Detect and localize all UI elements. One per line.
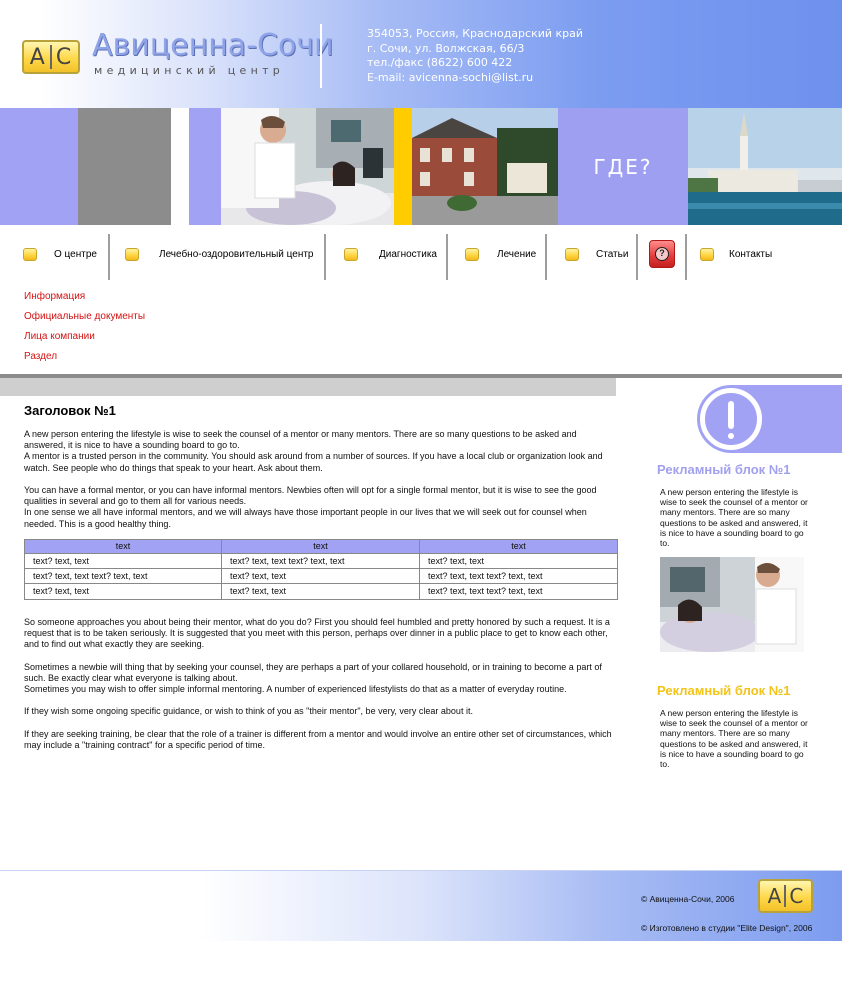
table-cell: text? text, text text? text, text (222, 553, 420, 569)
logo-letter-left: A (767, 884, 782, 908)
content-divider-light (0, 378, 616, 396)
footer-copyright: © Авиценна-Сочи, 2006 (641, 894, 735, 904)
nav-item-articles[interactable]: Статьи (596, 249, 628, 260)
submenu-item-info[interactable]: Информация (24, 290, 145, 310)
table-header-cell: text (222, 539, 420, 554)
table-cell: text? text, text text? text, text (25, 568, 222, 584)
main-nav: О центре Лечебно-оздоровительный центр Д… (0, 232, 842, 280)
address-line: 354053, Россия, Краснодарский край (367, 27, 584, 40)
nav-item-about[interactable]: О центре (54, 249, 97, 260)
nav-item-contacts[interactable]: Контакты (729, 249, 772, 260)
exclamation-stem (728, 401, 734, 429)
submenu-item-documents[interactable]: Официальные документы (24, 310, 145, 330)
address-line: г. Сочи, ул. Волжская, 66/3 (367, 41, 525, 55)
brand-name: Авиценна-Сочи (92, 28, 334, 63)
paragraph: If they are seeking training, be clear t… (24, 728, 612, 750)
paragraph: A new person entering the lifestyle is w… (24, 429, 577, 451)
ad-text: A new person entering the lifestyle is w… (660, 487, 808, 549)
logo-letter-right: C (55, 44, 73, 70)
ad-text: A new person entering the lifestyle is w… (660, 708, 808, 770)
exclamation-icon (700, 388, 762, 450)
nav-separator (685, 234, 687, 280)
nav-separator (545, 234, 547, 280)
banner-block-purple (0, 108, 78, 225)
paragraph: In one sense we all have informal mentor… (24, 507, 587, 529)
submenu-item-section[interactable]: Раздел (24, 350, 145, 370)
banner-block-white (171, 108, 189, 225)
bullet-icon (465, 248, 479, 261)
table-row: text? text, text text? text, text text? … (25, 553, 617, 569)
bullet-icon (23, 248, 37, 261)
port-photo (688, 108, 842, 225)
help-button[interactable]: ? (649, 240, 675, 268)
paragraph: So someone approaches you about being th… (24, 616, 610, 650)
footer-made-by[interactable]: © Изготовлено в студии "Elite Design", 2… (641, 923, 812, 933)
building-photo (412, 108, 558, 225)
table-cell: text? text, text text? text, text (428, 586, 543, 597)
table-cell: text? text, text (222, 568, 420, 584)
logo-letter-right: C (789, 884, 804, 908)
nav-item-diagnostics[interactable]: Диагностика (379, 249, 437, 260)
table-header-row: text text text (25, 539, 617, 554)
nav-item-treatment[interactable]: Лечение (497, 249, 536, 260)
doctor-photo (221, 108, 394, 225)
nav-separator (324, 234, 326, 280)
submenu: Информация Официальные документы Лица ко… (24, 290, 145, 370)
footer-logo[interactable]: A C (758, 879, 813, 913)
logo-divider (784, 885, 787, 907)
email-line[interactable]: E-mail: avicenna-sochi@list.ru (367, 71, 583, 86)
paragraph: A mentor is a trusted person in the comm… (24, 451, 603, 473)
table-cell: text? text, text (420, 554, 617, 569)
exclamation-dot (728, 433, 734, 439)
table-cell: text? text, text (25, 583, 222, 599)
logo-divider (49, 45, 52, 69)
bullet-icon (344, 248, 358, 261)
nav-separator (636, 234, 638, 280)
table-cell: text? text, text (25, 553, 222, 569)
logo-letter-left: A (29, 44, 46, 70)
paragraph: Sometimes you may wish to offer simple i… (24, 684, 567, 695)
bullet-icon (565, 248, 579, 261)
data-table: text text text text? text, text text? te… (24, 538, 618, 600)
ad-title[interactable]: Рекламный блок №1 (657, 683, 790, 698)
nav-separator (108, 234, 110, 280)
table-cell: text? text, text text? text, text (420, 569, 617, 584)
paragraph: You can have a formal mentor, or you can… (24, 485, 597, 507)
paragraph: If they wish some ongoing specific guida… (24, 706, 473, 717)
ad-title[interactable]: Рекламный блок №1 (657, 462, 790, 477)
address-block: 354053, Россия, Краснодарский край г. Со… (367, 27, 583, 85)
where-label[interactable]: ГДЕ? (558, 108, 688, 225)
bullet-icon (700, 248, 714, 261)
submenu-item-people[interactable]: Лица компании (24, 330, 145, 350)
nav-separator (446, 234, 448, 280)
table-cell: text? text, text (222, 583, 420, 599)
page-title: Заголовок №1 (24, 403, 116, 418)
bullet-icon (125, 248, 139, 261)
banner-block-gray (78, 108, 171, 225)
brand-subtitle: медицинский центр (94, 64, 285, 77)
nav-item-health-center[interactable]: Лечебно-оздоровительный центр (159, 249, 313, 260)
header-divider (320, 24, 322, 88)
table-row: text? text, text text? text, text text? … (25, 583, 617, 599)
ad-photo (660, 557, 804, 652)
banner-block-purple (189, 108, 221, 225)
phone-line: тел./факс (8622) 600 422 (367, 56, 513, 70)
table-header-cell: text (25, 539, 222, 554)
paragraph: Sometimes a newbie will thing that by se… (24, 661, 602, 683)
banner-block-yellow (394, 108, 412, 225)
main-content: Заголовок №1 A new person entering the l… (24, 403, 618, 751)
table-header-cell: text (420, 539, 617, 554)
table-row: text? text, text text? text, text text? … (25, 568, 617, 584)
logo[interactable]: A C (22, 40, 80, 74)
banner: ГДЕ? (0, 108, 842, 225)
question-icon: ? (655, 247, 669, 261)
